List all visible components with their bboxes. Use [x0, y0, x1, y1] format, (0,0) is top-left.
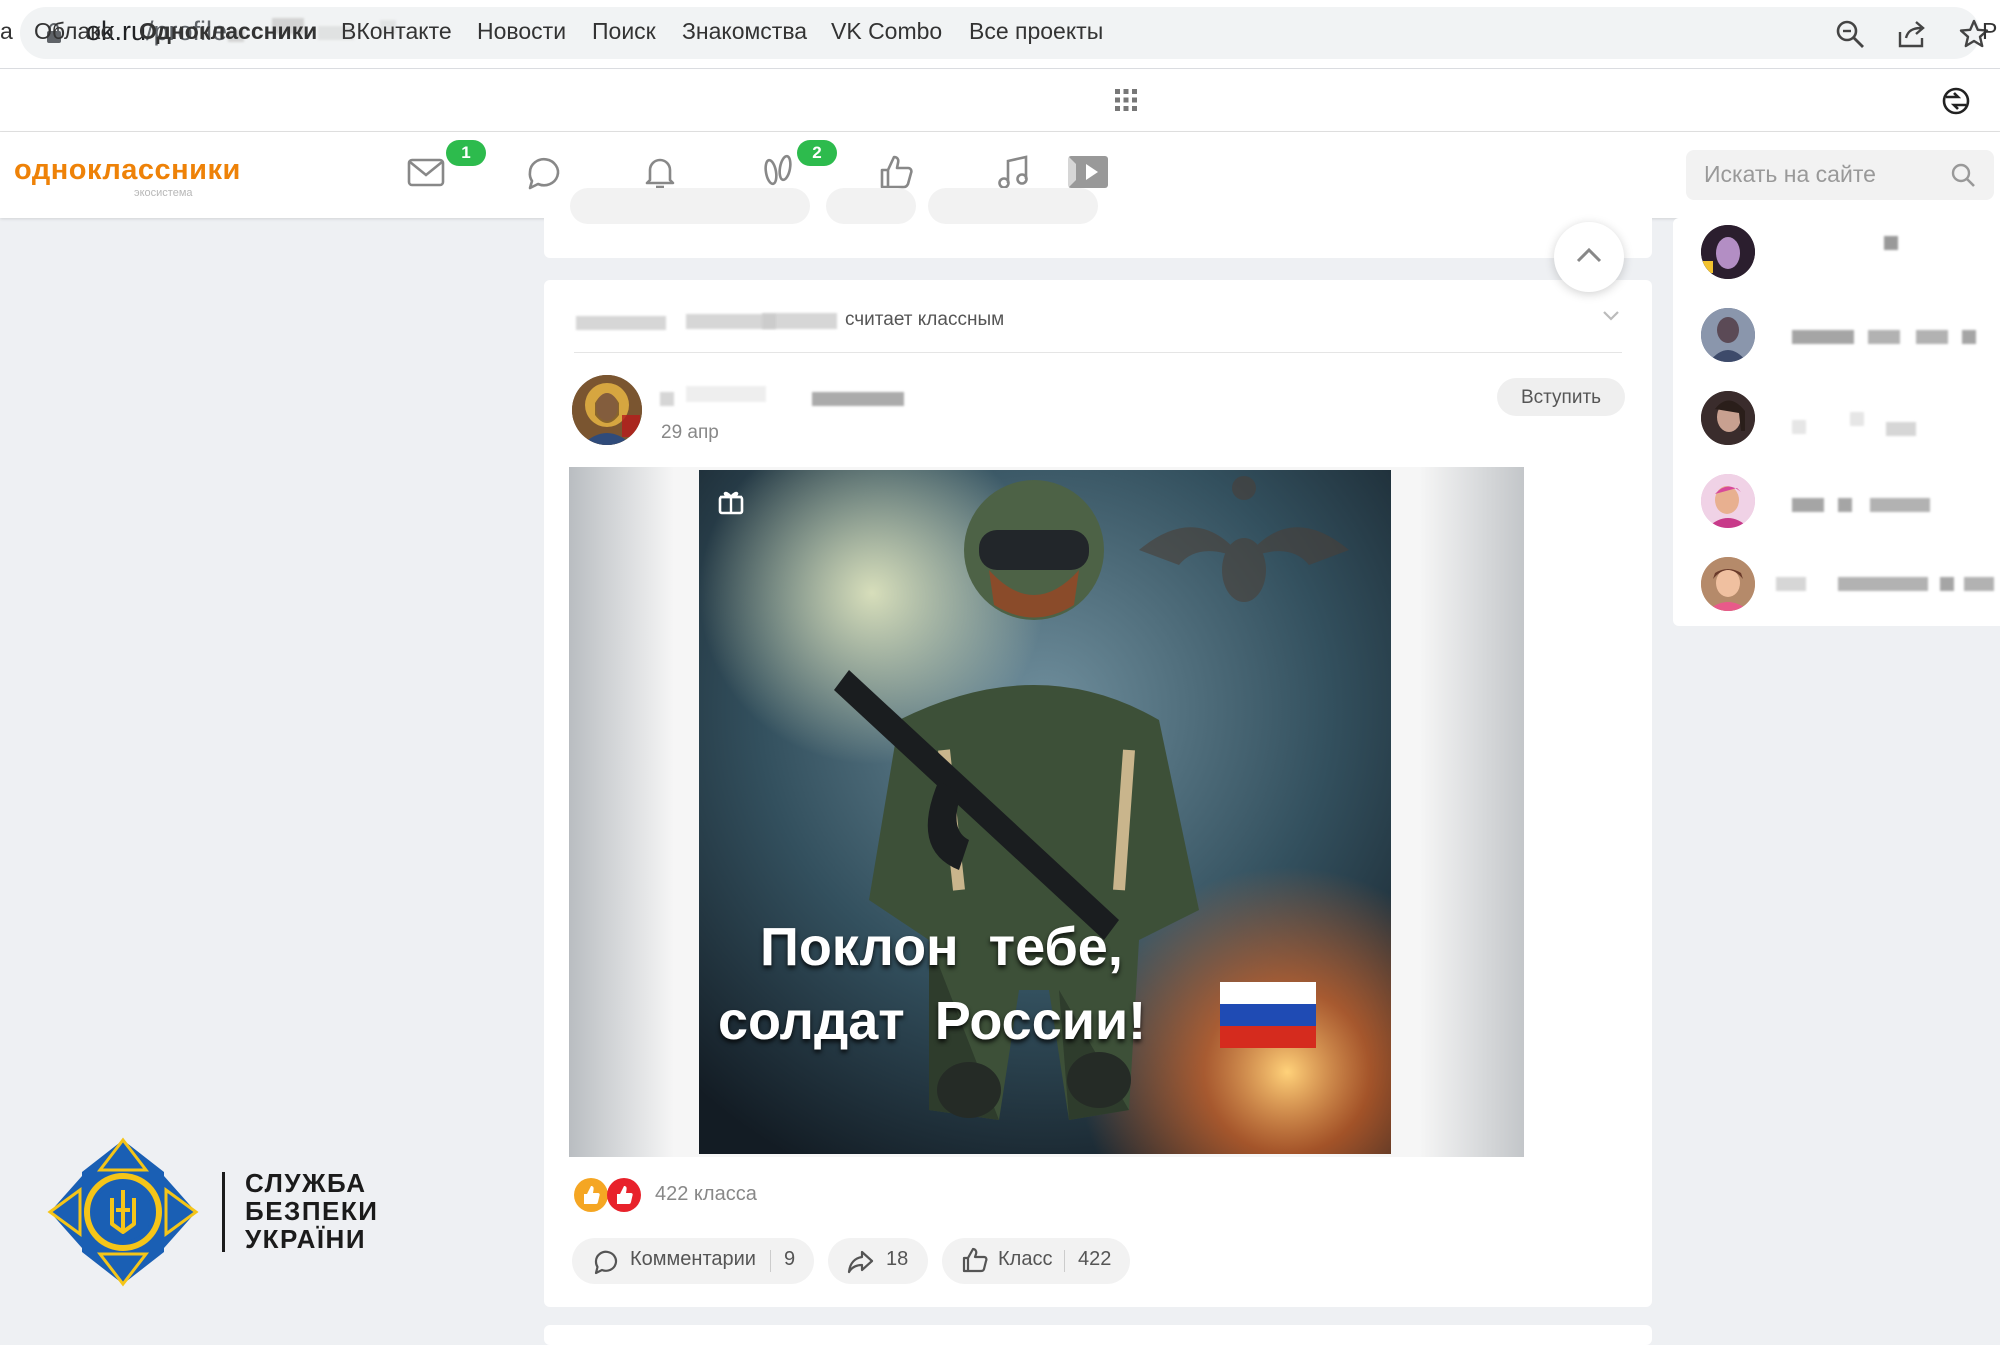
- bookmarks-bar: [0, 69, 2000, 132]
- redacted-friend-name: [1792, 498, 1824, 512]
- comments-label: Комментарии: [630, 1248, 756, 1270]
- bookmark-all-projects[interactable]: Все проекты: [969, 18, 1103, 45]
- sbu-emblem-icon: [47, 1137, 199, 1287]
- redacted-group-name: [686, 386, 766, 402]
- gift-icon[interactable]: [715, 485, 747, 517]
- share-icon[interactable]: [1896, 18, 1928, 50]
- redacted-group-name: [660, 392, 674, 406]
- author-avatar[interactable]: [572, 375, 642, 445]
- chevron-up-icon: [1576, 247, 1602, 263]
- redacted-friend-name: [1940, 577, 1954, 591]
- shares-count: 18: [886, 1248, 909, 1270]
- join-group-button[interactable]: Вступить: [1497, 378, 1625, 416]
- bookmark-item[interactable]: Р: [1982, 18, 1997, 45]
- post-date: 29 апр: [661, 422, 719, 443]
- friend-photo: [1701, 557, 1755, 611]
- bookmark-znakomstva[interactable]: Знакомства: [682, 18, 807, 45]
- redacted-friend-name: [1964, 577, 1994, 591]
- redacted-friend-name: [1886, 422, 1916, 436]
- friend-avatar[interactable]: [1701, 557, 1755, 611]
- redacted-friend-name: [1962, 330, 1976, 344]
- friend-photo: [1701, 391, 1755, 445]
- redacted-friend-name: [1838, 577, 1928, 591]
- redacted-friend-name: [1850, 412, 1864, 426]
- friend-avatar[interactable]: [1701, 225, 1755, 279]
- icon-portrait-image: [572, 375, 642, 445]
- guests-badge: 2: [797, 140, 837, 166]
- friend-photo: [1701, 308, 1755, 362]
- divider: [770, 1250, 771, 1272]
- redacted-friend-name: [1916, 330, 1948, 344]
- next-post-card: [544, 1325, 1652, 1345]
- bookmark-vkontakte[interactable]: ВКонтакте: [341, 18, 452, 45]
- redacted-friend-name: [1792, 420, 1806, 434]
- redacted-friend-name: [1838, 498, 1852, 512]
- redacted-friend-name: [1870, 498, 1930, 512]
- apps-grid-icon[interactable]: [1114, 88, 1138, 112]
- friend-photo: [1701, 474, 1755, 528]
- messages-badge: 1: [446, 140, 486, 166]
- comments-count: 9: [784, 1248, 796, 1270]
- bookmark-novosti[interactable]: Новости: [477, 18, 566, 45]
- language-icon[interactable]: [1942, 87, 1970, 115]
- klass-count-label[interactable]: 422 класса: [655, 1183, 757, 1206]
- sbu-divider: [222, 1172, 225, 1252]
- redacted-friend-name: [1884, 236, 1898, 250]
- redacted-friend-name: [1776, 577, 1806, 591]
- redacted-friend-name: [1792, 330, 1854, 344]
- redacted-name: [576, 316, 666, 330]
- klass-label: Класс: [998, 1248, 1053, 1270]
- klass-total: 422: [1078, 1248, 1112, 1270]
- poster-caption-line1: Поклон тебе,: [760, 917, 1123, 977]
- discussions-icon[interactable]: [522, 150, 566, 194]
- poster-caption-line2: солдат России!: [718, 991, 1147, 1051]
- previous-post-card: [544, 188, 1652, 258]
- bookmark-vk-combo[interactable]: VK Combo: [831, 18, 942, 45]
- zoom-icon[interactable]: [1834, 18, 1866, 50]
- divider: [574, 352, 1622, 353]
- friend-avatar[interactable]: [1701, 391, 1755, 445]
- divider: [1064, 1250, 1065, 1272]
- redacted-friend-name: [1868, 330, 1900, 344]
- thumbs-up-icon: [962, 1247, 988, 1273]
- friend-photo: [1701, 225, 1755, 279]
- search-icon[interactable]: [1950, 162, 1976, 188]
- bookmark-item[interactable]: а: [0, 18, 13, 45]
- bookmark-odnoklassniki[interactable]: Одноклассники: [139, 18, 317, 45]
- friend-avatar[interactable]: [1701, 474, 1755, 528]
- logo-subtitle: экосистема: [134, 187, 193, 199]
- bookmark-oblako[interactable]: Облако: [34, 18, 113, 45]
- sbu-text-line1: СЛУЖБА: [245, 1168, 367, 1198]
- messages-icon[interactable]: [404, 150, 448, 194]
- russian-flag-icon: [1220, 982, 1316, 1048]
- chevron-down-icon[interactable]: [1600, 304, 1622, 326]
- liked-by-text: считает классным: [845, 309, 1005, 330]
- site-logo[interactable]: одноклассники: [14, 154, 241, 187]
- comment-icon: [594, 1250, 618, 1275]
- search-placeholder: Искать на сайте: [1704, 161, 1876, 187]
- sbu-text-line3: УКРАЇНИ: [245, 1224, 367, 1254]
- redacted-group-name: [812, 392, 904, 406]
- redacted-name: [762, 313, 837, 329]
- share-button[interactable]: [828, 1238, 928, 1284]
- bookmark-poisk[interactable]: Поиск: [592, 18, 656, 45]
- friend-avatar[interactable]: [1701, 308, 1755, 362]
- share-arrow-icon: [847, 1250, 874, 1274]
- sbu-text-line2: БЕЗПЕКИ: [245, 1196, 379, 1226]
- reactions-icon[interactable]: [572, 1176, 646, 1214]
- scroll-to-top-button[interactable]: [1554, 222, 1624, 292]
